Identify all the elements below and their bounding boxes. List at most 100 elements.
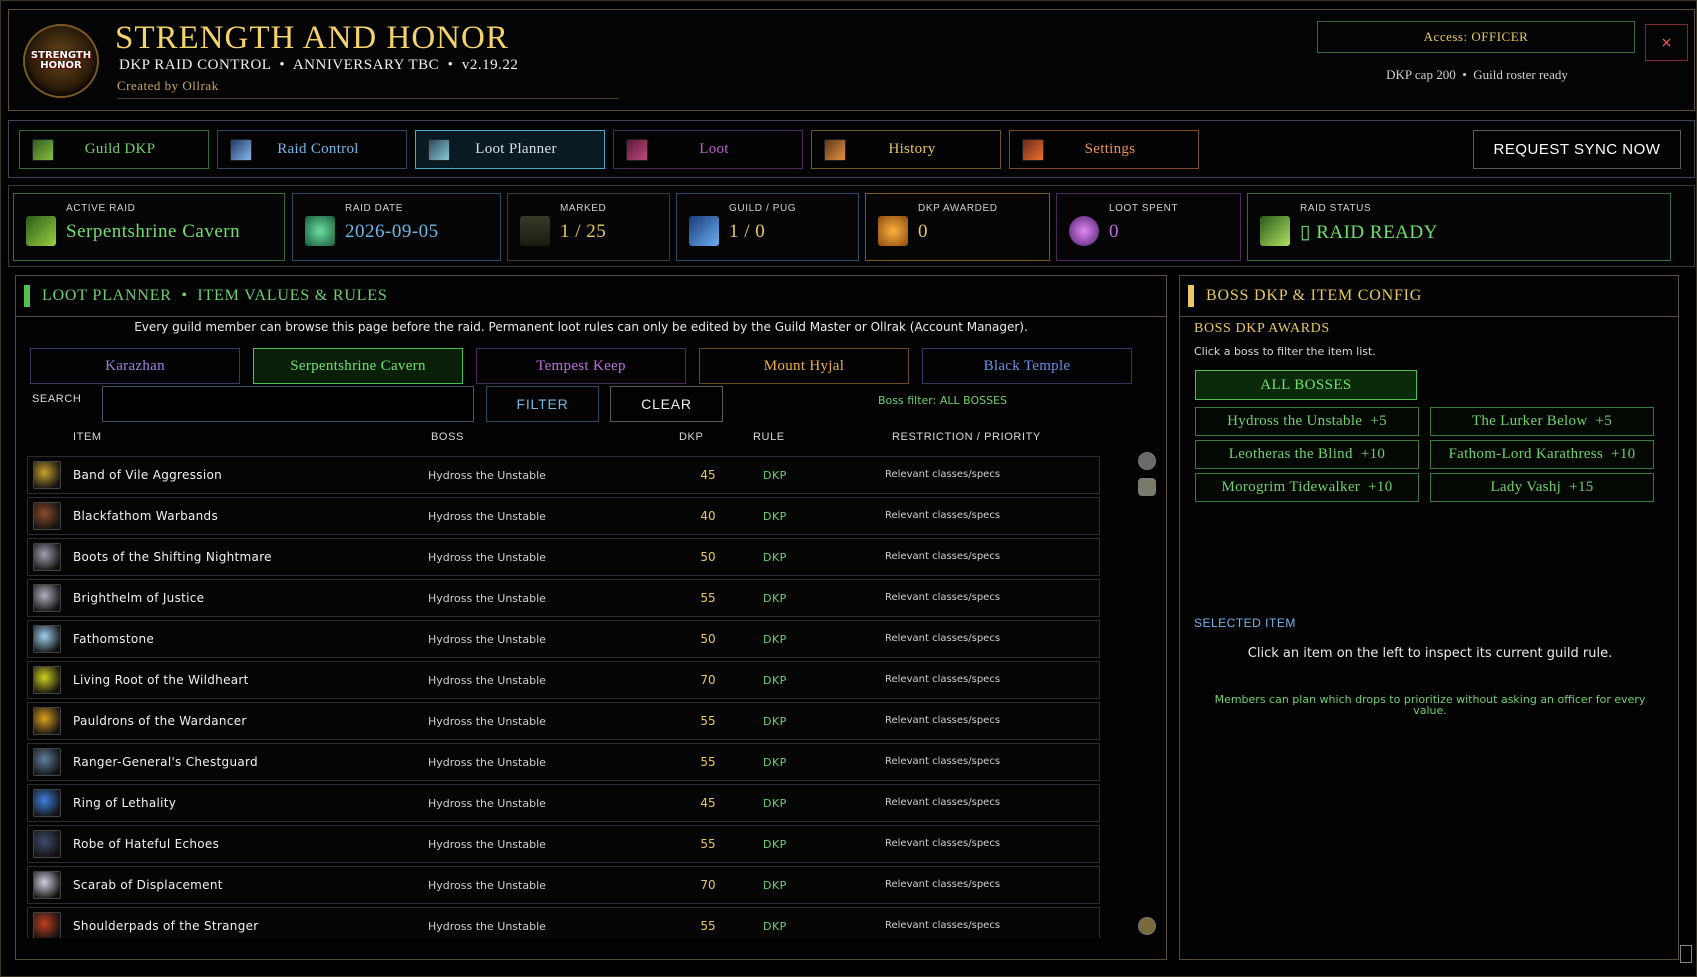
item-rule: DKP	[763, 674, 787, 687]
raid-tab-mount-hyjal[interactable]: Mount Hyjal	[699, 348, 909, 384]
column-rule: RULE	[753, 431, 785, 443]
item-row[interactable]: Pauldrons of the Wardancer Hydross the Un…	[27, 702, 1100, 740]
calendar-icon	[305, 216, 335, 246]
boss-button-hydross[interactable]: Hydross the Unstable +5	[1195, 407, 1419, 436]
player-silhouette-icon	[520, 216, 550, 246]
scroll-up-button[interactable]	[1138, 452, 1156, 470]
item-rule: DKP	[763, 920, 787, 933]
item-dkp: 50	[700, 550, 716, 564]
boss-button-vashj[interactable]: Lady Vashj +15	[1430, 473, 1654, 502]
item-restriction: Relevant classes/specs	[885, 797, 1001, 808]
item-row[interactable]: Fathomstone Hydross the Unstable 50 DKP Rele…	[27, 620, 1100, 658]
boss-button-lurker[interactable]: The Lurker Below +5	[1430, 407, 1654, 436]
stat-value: 0	[1109, 221, 1119, 242]
stat-label: ACTIVE RAID	[66, 203, 136, 214]
boss-panel-title: BOSS DKP & ITEM CONFIG	[1206, 287, 1423, 304]
item-name: Ranger-General's Chestguard	[73, 755, 258, 769]
item-row[interactable]: Shoulderpads of the Stranger Hydross the …	[27, 907, 1100, 938]
tab-loot[interactable]: Loot	[613, 130, 803, 169]
boss-config-panel: BOSS DKP & ITEM CONFIG BOSS DKP AWARDS C…	[1179, 275, 1679, 960]
logo-text: STRENGTH HONOR	[30, 50, 92, 71]
item-rule: DKP	[763, 879, 787, 892]
scroll-down-button[interactable]	[1138, 917, 1156, 935]
item-row[interactable]: Band of Vile Aggression Hydross the Unsta…	[27, 456, 1100, 494]
item-row[interactable]: Scarab of Displacement Hydross the Unstab…	[27, 866, 1100, 904]
item-row[interactable]: Living Root of the Wildheart Hydross the …	[27, 661, 1100, 699]
all-bosses-button[interactable]: ALL BOSSES	[1195, 370, 1417, 400]
item-name: Robe of Hateful Echoes	[73, 837, 220, 851]
boss-button-karathress[interactable]: Fathom-Lord Karathress +10	[1430, 440, 1654, 469]
tab-history[interactable]: History	[811, 130, 1001, 169]
item-name: Ring of Lethality	[73, 796, 177, 810]
app-title: STRENGTH AND HONOR	[115, 20, 509, 56]
item-boss: Hydross the Unstable	[428, 592, 546, 605]
item-dkp: 50	[700, 632, 716, 646]
item-row[interactable]: Blackfathom Warbands Hydross the Unstable…	[27, 497, 1100, 535]
tab-raid-control[interactable]: Raid Control	[217, 130, 407, 169]
boss-button-leotheras[interactable]: Leotheras the Blind +10	[1195, 440, 1419, 469]
item-boss: Hydross the Unstable	[428, 551, 546, 564]
item-rule: DKP	[763, 469, 787, 482]
item-restriction: Relevant classes/specs	[885, 510, 1001, 521]
raid-control-icon	[230, 138, 252, 161]
loot-planner-icon	[428, 138, 450, 161]
item-row[interactable]: Brighthelm of Justice Hydross the Unstabl…	[27, 579, 1100, 617]
item-restriction: Relevant classes/specs	[885, 551, 1001, 562]
tab-settings[interactable]: Settings	[1009, 130, 1199, 169]
item-rule: DKP	[763, 715, 787, 728]
item-restriction: Relevant classes/specs	[885, 920, 1001, 931]
item-boss: Hydross the Unstable	[428, 715, 546, 728]
scrollbar-thumb[interactable]	[1138, 478, 1156, 496]
item-boss: Hydross the Unstable	[428, 879, 546, 892]
request-sync-button[interactable]: REQUEST SYNC NOW	[1473, 130, 1681, 169]
raid-tab-karazhan[interactable]: Karazhan	[30, 348, 240, 384]
selected-item-title: SELECTED ITEM	[1194, 616, 1296, 630]
item-restriction: Relevant classes/specs	[885, 633, 1001, 644]
stat-value: Serpentshrine Cavern	[66, 221, 241, 242]
item-name: Pauldrons of the Wardancer	[73, 714, 247, 728]
stat-value: 0	[918, 221, 928, 242]
clear-button[interactable]: CLEAR	[610, 386, 723, 422]
raid-tab-black-temple[interactable]: Black Temple	[922, 348, 1132, 384]
item-boss: Hydross the Unstable	[428, 920, 546, 933]
item-name: Boots of the Shifting Nightmare	[73, 550, 272, 564]
column-boss: BOSS	[431, 431, 464, 443]
item-dkp: 55	[700, 919, 716, 933]
item-dkp: 55	[700, 591, 716, 605]
boss-button-morogrim[interactable]: Morogrim Tidewalker +10	[1195, 473, 1419, 502]
tab-label: Settings	[1084, 141, 1136, 157]
scarab-icon	[33, 871, 61, 899]
header-accent	[24, 285, 30, 307]
close-button[interactable]: ×	[1645, 24, 1688, 61]
stone-icon	[33, 625, 61, 653]
item-dkp: 70	[700, 878, 716, 892]
item-restriction: Relevant classes/specs	[885, 838, 1001, 849]
raid-tab-serpentshrine[interactable]: Serpentshrine Cavern	[253, 348, 463, 384]
stat-raid-status: RAID STATUS ▯ RAID READY	[1247, 193, 1671, 261]
stat-value: 1 / 0	[729, 221, 766, 242]
search-input[interactable]	[102, 386, 474, 422]
item-row[interactable]: Boots of the Shifting Nightmare Hydross t…	[27, 538, 1100, 576]
boots-icon	[33, 543, 61, 571]
item-name: Brighthelm of Justice	[73, 591, 205, 605]
resize-handle[interactable]	[1680, 945, 1692, 963]
boss-awards-title: BOSS DKP AWARDS	[1194, 321, 1330, 336]
item-name: Fathomstone	[73, 632, 155, 646]
tab-guild-dkp[interactable]: Guild DKP	[19, 130, 209, 169]
item-restriction: Relevant classes/specs	[885, 879, 1001, 890]
stat-value: ▯ RAID READY	[1300, 222, 1438, 243]
tab-loot-planner[interactable]: Loot Planner	[415, 130, 605, 169]
item-dkp: 55	[700, 837, 716, 851]
stat-label: MARKED	[560, 203, 607, 214]
nav-bar: Guild DKP Raid Control Loot Planner Loot…	[8, 120, 1695, 178]
item-row[interactable]: Ranger-General's Chestguard Hydross the U…	[27, 743, 1100, 781]
stat-loot-spent: LOOT SPENT 0	[1056, 193, 1241, 261]
root-icon	[33, 666, 61, 694]
loot-icon	[626, 138, 648, 161]
filter-button[interactable]: FILTER	[486, 386, 599, 422]
raid-tab-tempest-keep[interactable]: Tempest Keep	[476, 348, 686, 384]
selected-item-note: Members can plan which drops to prioriti…	[1214, 693, 1646, 717]
item-row[interactable]: Ring of Lethality Hydross the Unstable 45 D…	[27, 784, 1100, 822]
item-row[interactable]: Robe of Hateful Echoes Hydross the Unstab…	[27, 825, 1100, 863]
chest-icon	[33, 748, 61, 776]
